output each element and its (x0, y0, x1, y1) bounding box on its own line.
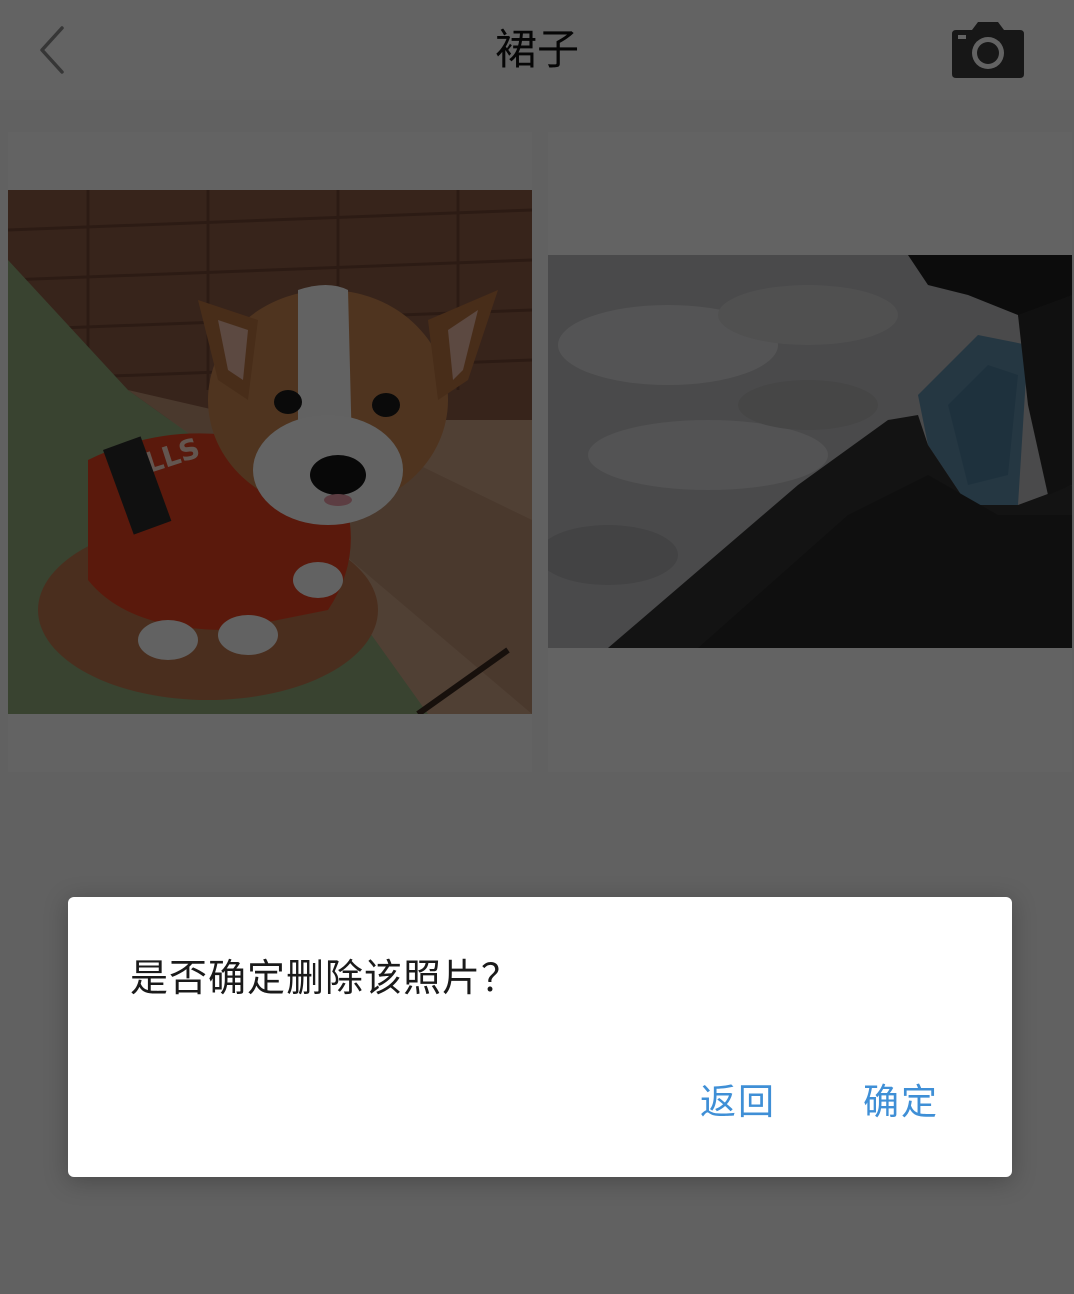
confirm-delete-dialog: 是否确定删除该照片？ 返回 确定 (68, 897, 1012, 1177)
confirm-button[interactable]: 确定 (863, 1073, 939, 1125)
cancel-button[interactable]: 返回 (700, 1073, 776, 1125)
dialog-message: 是否确定删除该照片？ (130, 956, 521, 1000)
